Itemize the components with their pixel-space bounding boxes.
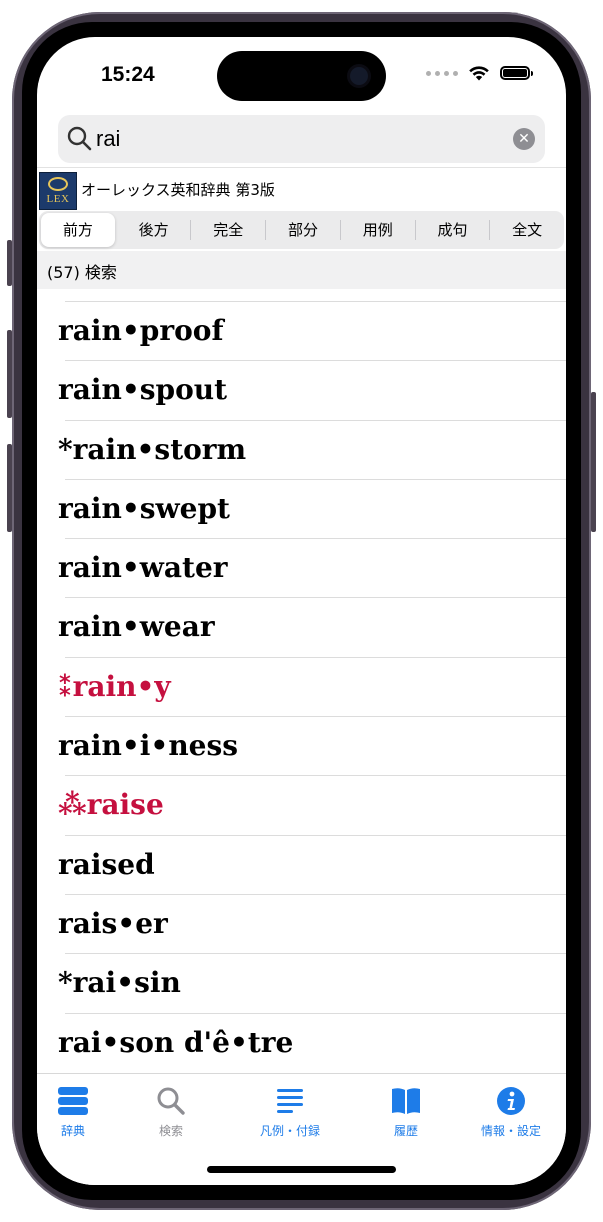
list-item[interactable]: ⁑rain•y: [58, 656, 566, 716]
entry-list[interactable]: rain•proof rain•spout *rain•storm rain•s…: [37, 301, 566, 1072]
list-item[interactable]: rain•wear: [58, 597, 566, 656]
clear-search-icon[interactable]: ✕: [513, 128, 535, 150]
list-item[interactable]: ⁂raise: [58, 775, 566, 834]
segment-examples[interactable]: 用例: [341, 211, 415, 249]
search-field[interactable]: rai ✕: [58, 115, 545, 163]
list-icon: [277, 1089, 303, 1113]
phone-screen: 15:24 rai ✕ LEX オーレックス英和辞典 第3版 前方 後方 完全 …: [37, 37, 566, 1185]
entry-word: rain•i•ness: [58, 729, 239, 763]
entry-word: rai•son d'ê•tre: [58, 1025, 294, 1059]
result-count-bar: (57) 検索: [37, 251, 566, 289]
list-item[interactable]: rain•water: [58, 538, 566, 597]
entry-word: rain•wear: [58, 610, 215, 644]
entry-word: rain•spout: [58, 373, 228, 407]
entry-word: ⁂raise: [58, 788, 164, 822]
action-button: [7, 240, 12, 286]
segment-backward[interactable]: 後方: [117, 211, 191, 249]
segment-exact[interactable]: 完全: [191, 211, 265, 249]
entry-word: rain•swept: [58, 491, 230, 525]
info-icon: [497, 1087, 525, 1115]
list-item[interactable]: rais•er: [58, 893, 566, 953]
stack-icon: [58, 1087, 88, 1115]
tab-guide-appendix[interactable]: 凡例・付録: [240, 1086, 340, 1139]
entry-word: *rain•storm: [58, 432, 247, 466]
divider: [37, 167, 566, 168]
segment-forward[interactable]: 前方: [41, 213, 115, 247]
segment-fulltext[interactable]: 全文: [490, 211, 564, 249]
list-item[interactable]: rain•proof: [58, 301, 566, 360]
volume-down-button: [7, 444, 12, 532]
search-input[interactable]: rai: [96, 126, 120, 152]
home-indicator[interactable]: [207, 1166, 396, 1173]
search-mode-segmented-control[interactable]: 前方 後方 完全 部分 用例 成句 全文: [39, 211, 564, 249]
result-count: (57) 検索: [47, 263, 117, 282]
entry-word: rais•er: [58, 906, 168, 940]
dictionary-name: オーレックス英和辞典 第3版: [81, 181, 275, 199]
battery-icon: [500, 66, 533, 80]
dictionary-logo: LEX: [39, 172, 77, 210]
entry-word: ⁑rain•y: [58, 669, 171, 703]
tab-dictionary[interactable]: 辞典: [37, 1086, 123, 1139]
segment-partial[interactable]: 部分: [266, 211, 340, 249]
dictionary-header[interactable]: LEX オーレックス英和辞典 第3版: [37, 170, 566, 210]
signal-dots-icon: [426, 70, 458, 76]
search-icon: [67, 126, 92, 151]
list-item[interactable]: rai•son d'ê•tre: [58, 1012, 566, 1072]
status-time: 15:24: [101, 63, 155, 86]
camera-icon: [350, 67, 368, 85]
tab-info-settings[interactable]: 情報・設定: [461, 1086, 561, 1139]
entry-word: rain•proof: [58, 314, 224, 347]
tab-search[interactable]: 検索: [121, 1086, 221, 1139]
book-icon: [392, 1088, 420, 1114]
list-item[interactable]: rain•spout: [58, 360, 566, 419]
dynamic-island: [217, 51, 386, 101]
list-item[interactable]: *rai•sin: [58, 953, 566, 1012]
list-item[interactable]: raised: [58, 834, 566, 894]
entry-word: *rai•sin: [58, 966, 181, 1000]
segment-idioms[interactable]: 成句: [416, 211, 490, 249]
list-item[interactable]: *rain•storm: [58, 419, 566, 479]
list-item[interactable]: rain•i•ness: [58, 716, 566, 775]
entry-word: raised: [58, 847, 155, 881]
list-item[interactable]: rain•swept: [58, 478, 566, 538]
search-icon: [157, 1087, 185, 1115]
power-button: [591, 392, 596, 532]
volume-up-button: [7, 330, 12, 418]
wifi-icon: [469, 66, 489, 81]
status-icons: [426, 65, 533, 81]
tab-history[interactable]: 履歴: [356, 1086, 456, 1139]
entry-word: rain•water: [58, 551, 228, 585]
